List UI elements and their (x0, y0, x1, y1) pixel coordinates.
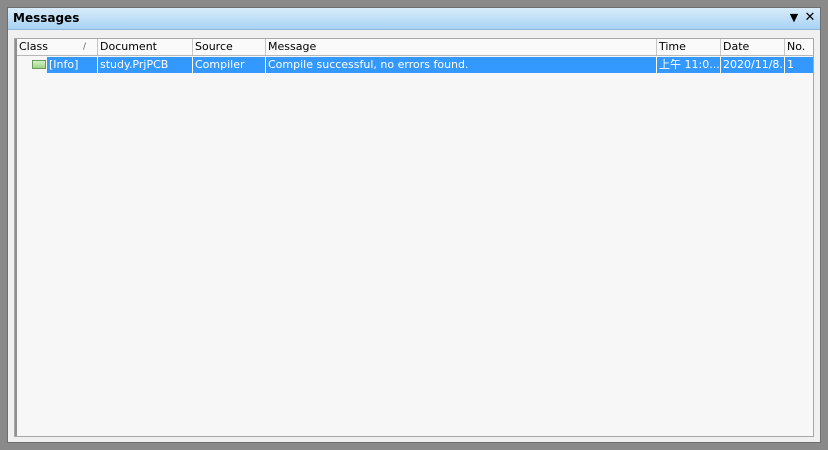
column-header-time[interactable]: Time (657, 39, 721, 55)
column-header-message[interactable]: Message (266, 39, 657, 55)
panel-titlebar: Messages ▼ ✕ (8, 8, 820, 30)
info-message-icon (32, 60, 46, 69)
cell-class: [Info] (47, 57, 98, 73)
dropdown-triangle-icon[interactable]: ▼ (787, 11, 801, 25)
column-header-source[interactable]: Source (193, 39, 266, 55)
column-header-no[interactable]: No. (785, 39, 813, 55)
cell-document: study.PrjPCB (98, 57, 193, 73)
cell-message: Compile successful, no errors found. (266, 57, 657, 73)
panel-title: Messages (13, 11, 80, 25)
column-header-date[interactable]: Date (721, 39, 785, 55)
column-header-class[interactable]: Class / (17, 39, 98, 55)
cell-time: 上午 11:0... (657, 57, 721, 73)
table-row[interactable]: [Info] study.PrjPCB Compiler Compile suc… (17, 57, 813, 73)
column-header-document[interactable]: Document (98, 39, 193, 55)
row-icon-cell (17, 57, 47, 73)
cell-source: Compiler (193, 57, 266, 73)
close-icon[interactable]: ✕ (803, 11, 817, 25)
column-header-label: Class (19, 40, 48, 53)
messages-list[interactable]: Class / Document Source Message Time Dat… (14, 38, 814, 437)
messages-panel: Messages ▼ ✕ Class / Document Source Mes… (7, 7, 821, 443)
list-header: Class / Document Source Message Time Dat… (17, 39, 813, 56)
cell-date: 2020/11/8... (721, 57, 785, 73)
sort-indicator-icon: / (83, 42, 87, 52)
cell-no: 1 (785, 57, 813, 73)
